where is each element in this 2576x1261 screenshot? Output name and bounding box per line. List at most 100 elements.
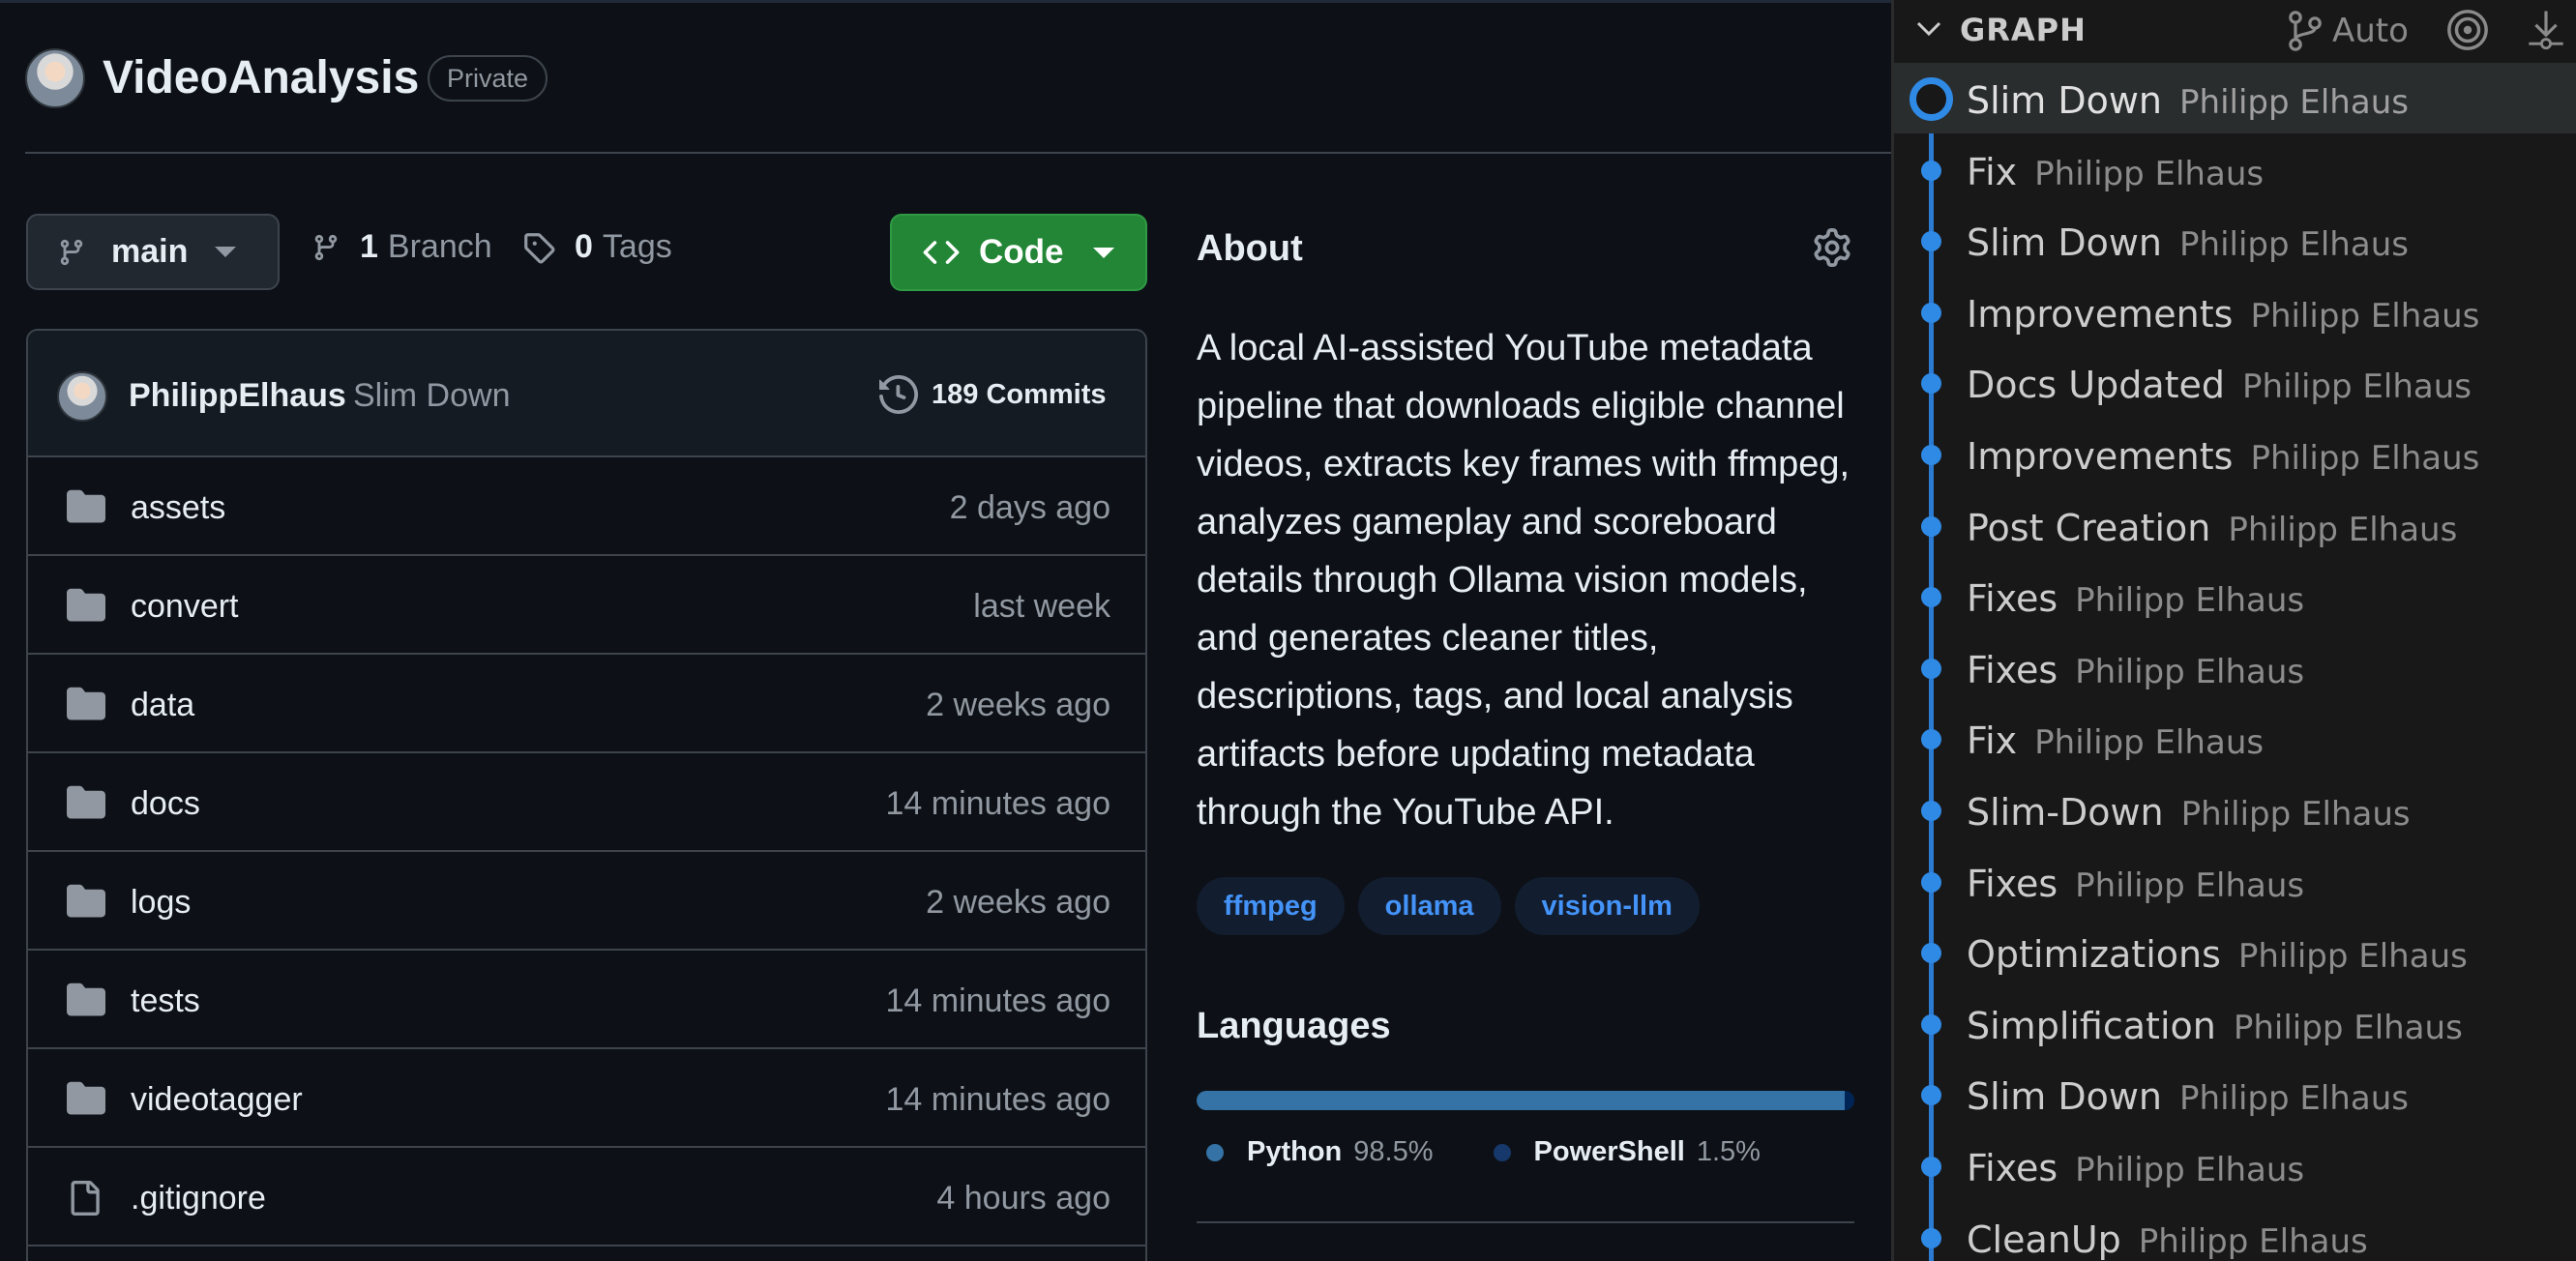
fetch-icon[interactable] bbox=[2525, 8, 2567, 52]
language-color-dot bbox=[1206, 1143, 1224, 1161]
tag-count: 0 bbox=[575, 228, 593, 265]
graph-header[interactable]: GRAPH Auto bbox=[1894, 0, 2576, 58]
graph-commit[interactable]: Fix Philipp Elhaus bbox=[1894, 134, 2576, 205]
topic-tag[interactable]: ollama bbox=[1357, 877, 1501, 935]
history-icon bbox=[879, 375, 918, 414]
commit-message-link[interactable]: Slim Down bbox=[353, 377, 510, 415]
file-name-link[interactable]: docs bbox=[131, 785, 200, 823]
file-row[interactable]: docs 14 minutes ago bbox=[28, 753, 1145, 852]
tag-label: Tags bbox=[602, 228, 672, 265]
graph-auto-toggle[interactable]: Auto bbox=[2286, 10, 2409, 52]
folder-icon bbox=[67, 489, 105, 523]
graph-commit[interactable]: Post Creation Philipp Elhaus bbox=[1894, 490, 2576, 561]
graph-commit[interactable]: Slim Down Philipp Elhaus bbox=[1894, 1059, 2576, 1129]
file-updated-time: 2 weeks ago bbox=[926, 884, 1110, 921]
graph-commit[interactable]: Docs Updated Philipp Elhaus bbox=[1894, 347, 2576, 418]
branches-link[interactable]: 1 Branch bbox=[311, 228, 492, 266]
graph-commit[interactable]: Slim-Down Philipp Elhaus bbox=[1894, 775, 2576, 845]
tag-icon bbox=[524, 232, 555, 264]
target-icon[interactable] bbox=[2445, 8, 2490, 52]
tags-link[interactable]: 0 Tags bbox=[522, 228, 672, 266]
language-percent: 1.5% bbox=[1696, 1136, 1761, 1167]
graph-auto-label: Auto bbox=[2332, 12, 2409, 50]
owner-avatar[interactable] bbox=[25, 48, 85, 108]
commit-history-link[interactable]: 189 Commits bbox=[879, 375, 1107, 414]
folder-icon-wrap bbox=[67, 1080, 105, 1120]
branch-count: 1 bbox=[360, 228, 378, 265]
graph-commit-author: Philipp Elhaus bbox=[2075, 581, 2305, 621]
topic-tag[interactable]: vision-llm bbox=[1514, 877, 1700, 935]
graph-commit[interactable]: Improvements Philipp Elhaus bbox=[1894, 419, 2576, 489]
file-row[interactable]: convert last week bbox=[28, 556, 1145, 655]
graph-commit-message: Fixes Philipp Elhaus bbox=[1967, 648, 2305, 691]
graph-commit[interactable]: Fix Philipp Elhaus bbox=[1894, 703, 2576, 774]
file-row[interactable]: assets 2 days ago bbox=[28, 457, 1145, 556]
branch-name: main bbox=[111, 233, 189, 270]
file-row[interactable]: videotagger 14 minutes ago bbox=[28, 1049, 1145, 1148]
file-name-link[interactable]: videotagger bbox=[131, 1081, 303, 1119]
code-icon bbox=[923, 241, 960, 264]
graph-commit-author: Philipp Elhaus bbox=[2242, 367, 2472, 407]
graph-commit[interactable]: Fixes Philipp Elhaus bbox=[1894, 1130, 2576, 1201]
topic-list: ffmpeg ollama vision-llm bbox=[1197, 877, 1700, 935]
graph-commit-author: Philipp Elhaus bbox=[2228, 510, 2458, 549]
graph-commit-author: Philipp Elhaus bbox=[2250, 439, 2480, 478]
file-name-link[interactable]: data bbox=[131, 687, 194, 724]
commit-author-link[interactable]: PhilippElhaus bbox=[129, 377, 346, 415]
file-updated-time: 4 hours ago bbox=[936, 1180, 1110, 1217]
folder-icon bbox=[67, 982, 105, 1016]
commit-node-icon bbox=[1921, 729, 1941, 750]
graph-commit-author: Philipp Elhaus bbox=[2179, 1079, 2409, 1119]
topic-tag[interactable]: ffmpeg bbox=[1197, 877, 1345, 935]
graph-commit-message: Slim Down Philipp Elhaus bbox=[1967, 79, 2409, 122]
commit-author-avatar[interactable] bbox=[57, 371, 107, 422]
graph-commit-head[interactable]: Slim Down Philipp Elhaus bbox=[1894, 63, 2576, 133]
graph-commit[interactable]: Fixes Philipp Elhaus bbox=[1894, 632, 2576, 703]
file-row[interactable]: logs 2 weeks ago bbox=[28, 852, 1145, 951]
commit-node-icon bbox=[1921, 1085, 1941, 1106]
language-color-dot bbox=[1493, 1143, 1511, 1161]
graph-commit-message: CleanUp Philipp Elhaus bbox=[1967, 1217, 2368, 1261]
folder-icon bbox=[67, 588, 105, 622]
graph-commit[interactable]: Optimizations Philipp Elhaus bbox=[1894, 917, 2576, 987]
folder-icon-wrap bbox=[67, 686, 105, 725]
about-settings-button[interactable] bbox=[1813, 228, 1851, 272]
file-name-link[interactable]: .gitignore bbox=[131, 1180, 266, 1217]
graph-commit[interactable]: Slim Down Philipp Elhaus bbox=[1894, 205, 2576, 276]
file-name-link[interactable]: tests bbox=[131, 982, 200, 1020]
branch-selector-button[interactable]: main bbox=[26, 214, 280, 290]
graph-commit[interactable]: CleanUp Philipp Elhaus bbox=[1894, 1202, 2576, 1261]
commit-node-icon bbox=[1921, 1013, 1941, 1035]
graph-commit-message: Post Creation Philipp Elhaus bbox=[1967, 506, 2458, 549]
file-name-link[interactable]: logs bbox=[131, 884, 191, 922]
language-legend: Python 98.5% PowerShell 1.5% bbox=[1206, 1136, 1821, 1168]
graph-commit-author: Philipp Elhaus bbox=[2233, 1008, 2463, 1047]
language-percent: 98.5% bbox=[1353, 1136, 1434, 1167]
graph-commit-message: Fix Philipp Elhaus bbox=[1967, 150, 2265, 193]
file-name-link[interactable]: assets bbox=[131, 489, 225, 527]
commit-node-icon bbox=[1921, 1227, 1941, 1248]
graph-commit-author: Philipp Elhaus bbox=[2179, 225, 2409, 265]
graph-commit[interactable]: Fixes Philipp Elhaus bbox=[1894, 561, 2576, 631]
language-name[interactable]: Python bbox=[1247, 1136, 1342, 1168]
head-commit-node-icon bbox=[1910, 77, 1953, 121]
file-row[interactable]: .gitignore 4 hours ago bbox=[28, 1148, 1145, 1246]
language-name[interactable]: PowerShell bbox=[1534, 1136, 1685, 1168]
code-button-label: Code bbox=[979, 233, 1064, 271]
folder-icon-wrap bbox=[67, 883, 105, 923]
code-button[interactable]: Code bbox=[890, 214, 1147, 291]
file-name-link[interactable]: convert bbox=[131, 588, 239, 626]
graph-commit-author: Philipp Elhaus bbox=[2250, 296, 2480, 336]
file-row[interactable]: data 2 weeks ago bbox=[28, 655, 1145, 753]
graph-commit[interactable]: Fixes Philipp Elhaus bbox=[1894, 846, 2576, 917]
chevron-down-icon[interactable] bbox=[1915, 17, 1942, 41]
graph-commit-author: Philipp Elhaus bbox=[2180, 795, 2411, 834]
graph-commit[interactable]: Simplification Philipp Elhaus bbox=[1894, 988, 2576, 1059]
caret-down-icon bbox=[215, 247, 237, 257]
commit-node-icon bbox=[1921, 231, 1941, 252]
repo-name[interactable]: VideoAnalysis bbox=[103, 51, 419, 104]
graph-commit-message: Slim Down Philipp Elhaus bbox=[1967, 1075, 2409, 1119]
file-row[interactable]: tests 14 minutes ago bbox=[28, 951, 1145, 1049]
graph-commit[interactable]: Improvements Philipp Elhaus bbox=[1894, 277, 2576, 347]
commit-node-icon bbox=[1921, 658, 1941, 679]
